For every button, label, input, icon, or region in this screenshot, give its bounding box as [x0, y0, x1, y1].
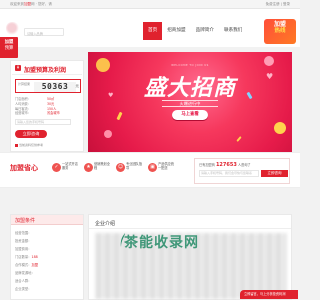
condition-row: 适合人群： [15, 279, 32, 283]
site-header: 请输入品牌 首页 招商加盟 品牌简介 联系我们 加盟 热线 [0, 9, 300, 47]
shield-icon: ✓ [52, 163, 61, 172]
decor-confetti [236, 136, 242, 142]
condition-row: 经营范围： [15, 231, 32, 235]
message-float-button[interactable]: 立即留言，马上分析投资利润 [240, 290, 298, 299]
lead-form: 已有加盟商 127653 人咨询了 请输入手机号码，我们会尽快与您联系 立即咨询 [194, 158, 290, 184]
badge-line1: 加盟 [273, 21, 286, 28]
phone-input[interactable]: 请输入您的手机号码 [15, 119, 71, 125]
result-label: 计算结果 [18, 82, 31, 86]
promo-banner[interactable]: ♥ ♥ WELCOME TO JOIN US 盛大招商 火爆进行中 马上查看 [88, 52, 292, 152]
nav-franchise[interactable]: 招商加盟 [162, 22, 190, 40]
feature-text: 营销策划全程 [94, 162, 110, 170]
banner-topline: WELCOME TO JOIN US [171, 64, 209, 67]
result-value: 50363 [34, 82, 76, 92]
lead-count-line: 已有加盟商 127653 人咨询了 [199, 162, 251, 168]
hotline-badge[interactable]: 加盟 热线 [264, 19, 296, 44]
calculator-fields: 门店面积： 50㎡ 人均消费： 30元 每日客流： 150人 经营城市： 省会城市 [15, 97, 81, 116]
divider [89, 228, 291, 229]
decor-confetti [116, 111, 123, 121]
strip-title: 加盟省心 [10, 164, 38, 172]
company-intro-card: 企业介绍 [88, 214, 292, 300]
main-nav: 首页 招商加盟 品牌简介 联系我们 [143, 22, 247, 40]
people-icon: ☺ [116, 163, 125, 172]
conditions-list: 经营范围： 投资金额： 加盟费用： 门店数量：188 合作模式：加盟 品牌发源地… [15, 229, 81, 293]
advantages-strip: 加盟省心 ✓ 一站式开店服务 ★ 营销策划全程 ☺ 专业团队指导 ▣ 产品供应统… [0, 152, 300, 188]
badge-line2: 热线 [274, 28, 286, 34]
search-input[interactable]: 请输入品牌 [24, 28, 64, 36]
decor-circle [274, 122, 286, 134]
franchise-conditions-card: 加盟条件 经营范围： 投资金额： 加盟费用： 门店数量：188 合作模式：加盟 … [10, 214, 84, 300]
site-logo[interactable] [6, 22, 19, 35]
lead-consult-button[interactable]: 立即咨询 [261, 170, 288, 177]
feature-item: ▣ 产品供应统一配送 [148, 161, 178, 177]
condition-row: 加盟费用： [15, 247, 32, 251]
top-bar: 欢迎来到加盟网 · 您好，请 免费注册 | 登录 [0, 0, 300, 9]
calculator-consult-button[interactable]: 立即咨询 [15, 130, 47, 138]
condition-row: 合作模式：加盟 [15, 263, 39, 267]
calculator-title: 加盟预算及利润 [24, 67, 67, 74]
feature-text: 专业团队指导 [126, 162, 142, 170]
condition-row: 企业类型： [15, 287, 32, 291]
feature-item: ★ 营销策划全程 [84, 161, 114, 177]
calculator-result: 计算结果 50363 元 [15, 79, 81, 93]
condition-row: 品牌发源地： [15, 271, 35, 275]
condition-row: 投资金额： [15, 239, 32, 243]
calc-field-row[interactable]: 经营城市： 省会城市 [15, 111, 81, 116]
calculator-header: ¥ 加盟预算及利润 [12, 62, 82, 75]
star-icon: ★ [84, 163, 93, 172]
nav-contact[interactable]: 联系我们 [219, 22, 247, 40]
budget-calculator: ¥ 加盟预算及利润 计算结果 50363 元 门店面积： 50㎡ 人均消费： 30元… [10, 60, 84, 152]
note-marker-icon [15, 143, 18, 147]
nav-home[interactable]: 首页 [143, 22, 163, 40]
company-intro-title: 企业介绍 [95, 221, 116, 227]
side-float-budget[interactable]: 加盟 预算 [0, 37, 18, 58]
auth-links[interactable]: 免费注册 | 登录 [266, 2, 290, 7]
banner-headline: 盛大招商 [143, 75, 236, 101]
conditions-title: 加盟条件 [15, 218, 36, 224]
lead-count: 127653 [215, 162, 237, 168]
calculator-note: 当前资料仅供参考 [15, 143, 43, 147]
banner-cta-button[interactable]: 马上查看 [172, 110, 208, 120]
side-float-subtitle: 预算 [4, 46, 14, 51]
lead-phone-input[interactable]: 请输入手机号码，我们会尽快与您联系 [199, 170, 259, 177]
decor-circle [104, 130, 112, 138]
feature-item: ☺ 专业团队指导 [116, 161, 146, 177]
banner-subtitle: 火爆进行中 [162, 100, 218, 107]
watermark: 茶能收录网 [124, 235, 199, 251]
result-unit: 元 [75, 84, 80, 88]
condition-row: 门店数量：188 [15, 255, 38, 259]
conditions-header: 加盟条件 [11, 215, 83, 225]
feature-text: 一站式开店服务 [62, 162, 78, 170]
feature-text: 产品供应统一配送 [158, 162, 174, 170]
nav-brand-intro[interactable]: 品牌简介 [191, 22, 219, 40]
welcome-text: 欢迎来到加盟网 · 您好，请 [10, 2, 52, 6]
box-icon: ▣ [148, 163, 157, 172]
calculator-icon: ¥ [15, 65, 21, 71]
feature-item: ✓ 一站式开店服务 [52, 161, 82, 177]
brand-tag: 加盟 [24, 2, 31, 6]
